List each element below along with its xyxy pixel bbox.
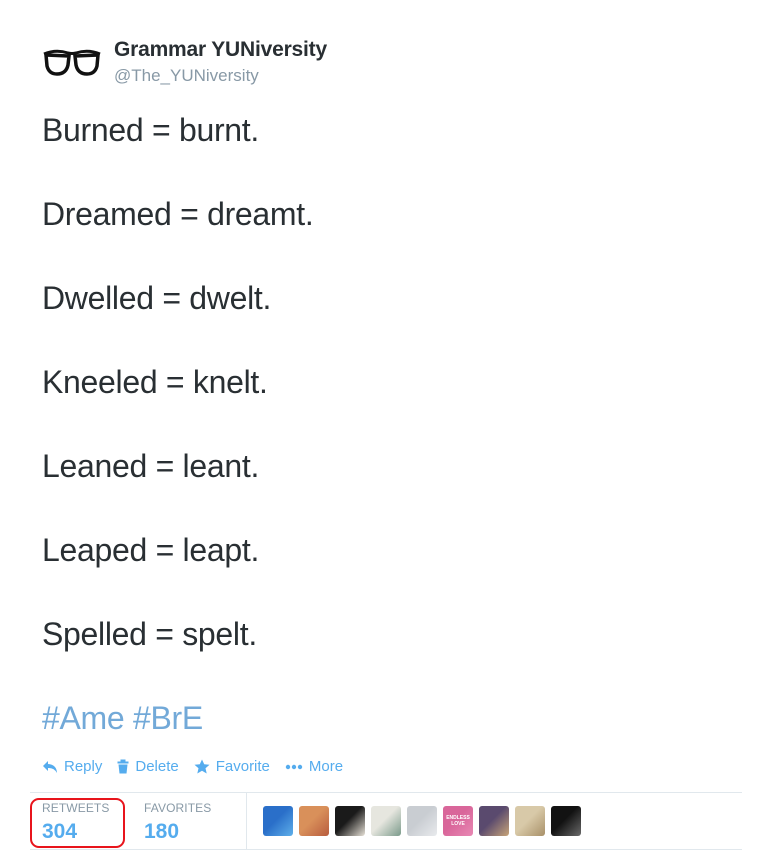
favoriter-avatar-9[interactable] bbox=[551, 806, 581, 836]
stats-divider bbox=[246, 793, 247, 849]
favoriter-avatar-7[interactable] bbox=[479, 806, 509, 836]
favorite-button[interactable]: Favorite bbox=[194, 758, 270, 775]
reply-icon bbox=[43, 760, 57, 773]
tweet-line: Burned = burnt. bbox=[42, 112, 259, 148]
more-button[interactable]: More bbox=[285, 758, 343, 775]
tweet-line: Kneeled = knelt. bbox=[42, 364, 268, 400]
tweet-actions: Reply Delete Favorite More bbox=[42, 758, 358, 775]
hashtags: #Ame #BrE bbox=[42, 700, 203, 736]
retweets-label: RETWEETS bbox=[42, 801, 110, 815]
hashtag-link-ame[interactable]: #Ame bbox=[42, 700, 125, 736]
tweet-stats: RETWEETS 304 FAVORITES 180 ENDLESS LOVE bbox=[30, 792, 742, 850]
glasses-icon bbox=[43, 49, 101, 76]
star-icon bbox=[194, 759, 210, 774]
more-label: More bbox=[308, 758, 344, 775]
favoriter-avatars: ENDLESS LOVE bbox=[263, 806, 587, 836]
favoriter-avatar-6[interactable]: ENDLESS LOVE bbox=[443, 806, 473, 836]
favoriter-avatar-4[interactable] bbox=[371, 806, 401, 836]
tweet-line: Spelled = spelt. bbox=[42, 616, 257, 652]
tweet-line: Leaped = leapt. bbox=[42, 532, 260, 568]
retweets-count: 304 bbox=[42, 820, 78, 843]
username[interactable]: @The_YUNiversity bbox=[114, 66, 259, 86]
favorites-stat[interactable]: FAVORITES 180 bbox=[144, 801, 211, 844]
trash-icon bbox=[117, 759, 129, 774]
favoriter-avatar-text: ENDLESS LOVE bbox=[446, 815, 470, 827]
more-dots-icon bbox=[285, 764, 303, 769]
tweet-line: Dwelled = dwelt. bbox=[42, 280, 272, 316]
avatar[interactable] bbox=[42, 46, 102, 76]
favoriter-avatar-2[interactable] bbox=[299, 806, 329, 836]
delete-button[interactable]: Delete bbox=[117, 758, 179, 775]
reply-label: Reply bbox=[64, 758, 103, 775]
tweet-line: Dreamed = dreamt. bbox=[42, 196, 314, 232]
favoriter-avatar-5[interactable] bbox=[407, 806, 437, 836]
favoriter-avatar-1[interactable] bbox=[263, 806, 293, 836]
favoriter-avatar-3[interactable] bbox=[335, 806, 365, 836]
reply-button[interactable]: Reply bbox=[42, 758, 102, 775]
hashtag-link-bre[interactable]: #BrE bbox=[133, 700, 203, 736]
favorites-count: 180 bbox=[144, 820, 180, 843]
tweet-line: Leaned = leant. bbox=[42, 448, 260, 484]
delete-label: Delete bbox=[135, 758, 179, 775]
tweet-text: Burned = burnt. Dreamed = dreamt. Dwelle… bbox=[42, 112, 742, 700]
favoriter-avatar-8[interactable] bbox=[515, 806, 545, 836]
favorite-label: Favorite bbox=[215, 758, 270, 775]
retweets-stat[interactable]: RETWEETS 304 bbox=[42, 801, 109, 844]
display-name[interactable]: Grammar YUNiversity bbox=[114, 38, 327, 62]
favorites-label: FAVORITES bbox=[144, 801, 212, 815]
